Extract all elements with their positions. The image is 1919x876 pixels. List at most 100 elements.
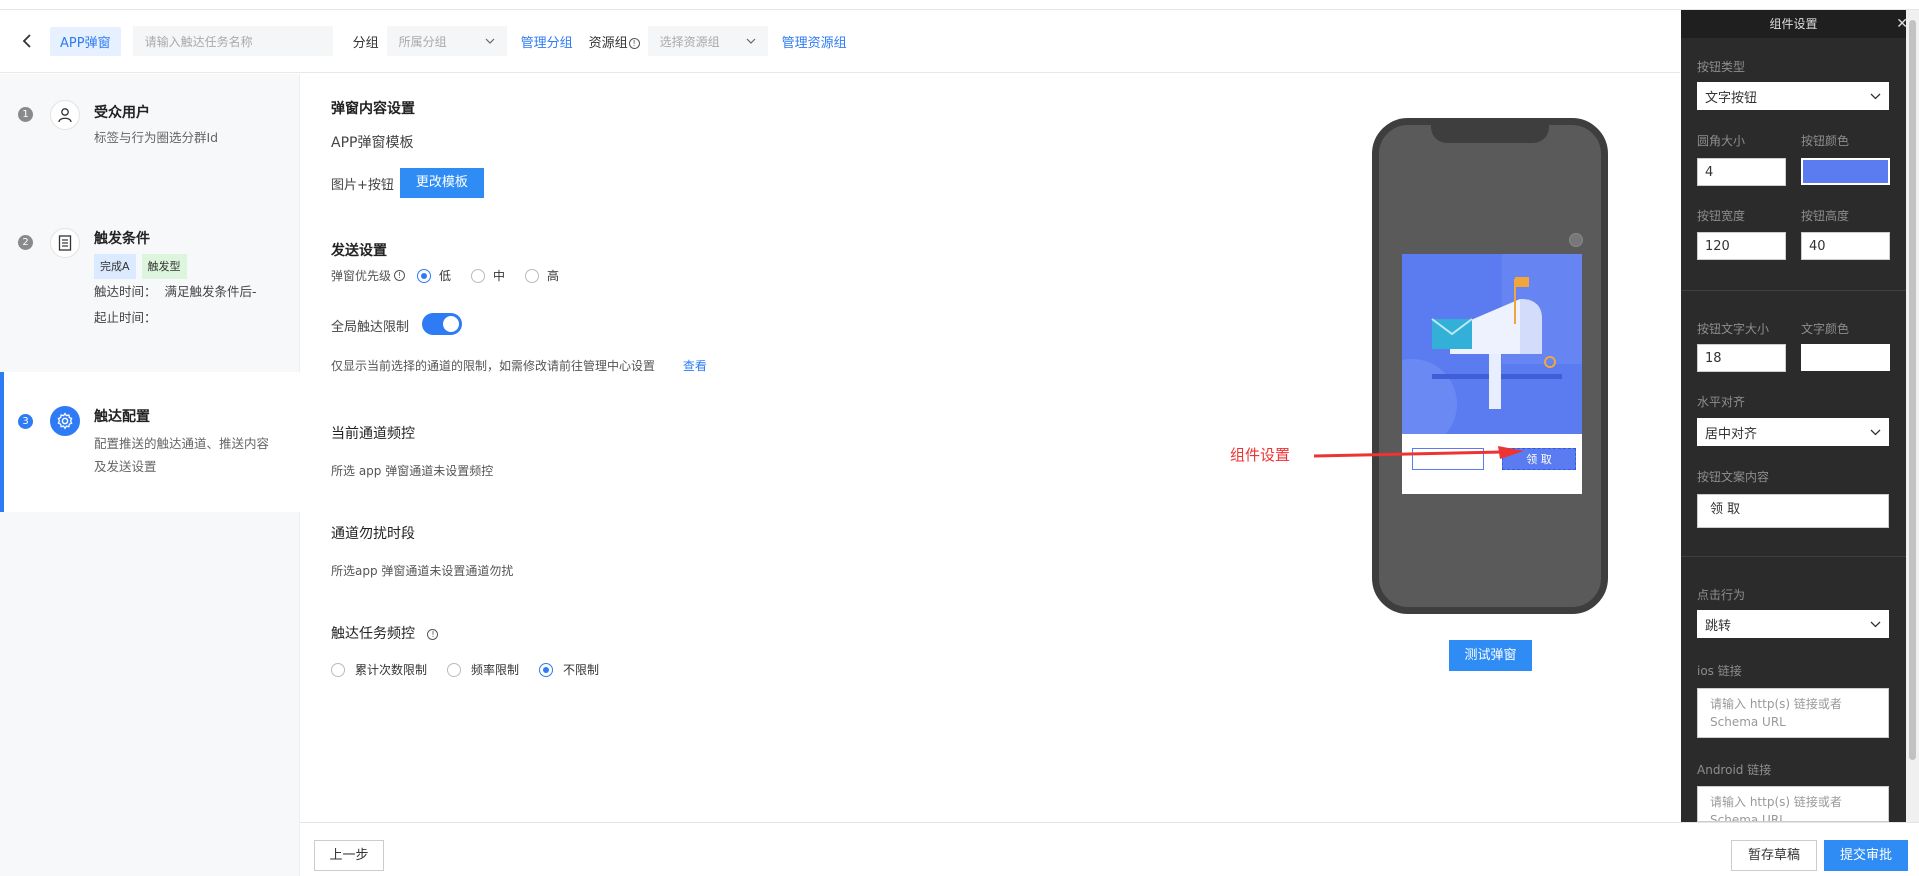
status-badge: 触发型 <box>141 254 187 279</box>
group-select-placeholder: 所属分组 <box>398 34 447 49</box>
resource-select[interactable]: 选择资源组 <box>647 26 768 56</box>
button-type-value: 文字按钮 <box>1705 90 1758 106</box>
button-color-swatch[interactable] <box>1801 158 1890 185</box>
align-select[interactable]: 居中对齐 <box>1697 418 1889 446</box>
divider <box>1681 556 1906 557</box>
radio[interactable] <box>331 662 345 677</box>
info-icon: ! <box>628 37 640 49</box>
view-link[interactable]: 查看 <box>683 359 707 373</box>
width-label: 按钮宽度 <box>1697 209 1746 223</box>
option-label: 不限制 <box>563 663 600 677</box>
prev-step-button[interactable]: 上一步 <box>314 840 384 871</box>
info-icon: ! <box>427 628 439 640</box>
content-section-title: 弹窗内容设置 <box>331 101 415 117</box>
priority-low[interactable]: 低 <box>417 267 451 284</box>
text-color-label: 文字颜色 <box>1801 322 1850 336</box>
step-desc-line2: 及发送设置 <box>94 459 157 474</box>
template-value: 图片+按钮 <box>331 177 394 193</box>
click-action-value: 跳转 <box>1705 618 1732 634</box>
ios-link-input[interactable]: 请输入 http(s) 链接或者 Schema URL <box>1697 688 1889 738</box>
red-arrow-icon <box>1313 446 1524 459</box>
text-content-input[interactable]: 领 取 <box>1697 494 1889 528</box>
dnd-desc: 所选app 弹窗通道未设置通道勿扰 <box>331 564 514 578</box>
back-icon[interactable] <box>18 32 36 50</box>
app-tag: APP弹窗 <box>50 26 121 56</box>
resource-select-placeholder: 选择资源组 <box>659 34 720 49</box>
radio[interactable] <box>447 662 462 677</box>
task-name-input[interactable]: 请输入触达任务名称 <box>132 26 333 56</box>
submit-approval-button[interactable]: 提交审批 <box>1824 840 1908 871</box>
limit-note-row: 仅显示当前选择的通道的限制，如需修改请前往管理中心设置 查看 <box>331 357 723 374</box>
step-number: 1 <box>18 107 33 122</box>
step-trigger[interactable]: 2 触发条件 完成A 触发型 触达时间： 满足触发条件后- 起止时间： <box>0 224 300 354</box>
step-config[interactable]: 3 触达配置 配置推送的触达通道、推送内容 及发送设置 <box>0 372 300 512</box>
option-label: 频率限制 <box>471 663 520 677</box>
step-desc: 标签与行为圈选分群Id <box>94 130 219 145</box>
button-type-label: 按钮类型 <box>1697 60 1746 74</box>
priority-high[interactable]: 高 <box>525 267 559 284</box>
user-icon <box>50 100 80 130</box>
top-bar <box>0 0 1919 10</box>
phone-notch <box>1431 123 1549 143</box>
step-audience[interactable]: 1 受众用户 标签与行为圈选分群Id <box>0 94 300 184</box>
send-section-title: 发送设置 <box>331 243 387 259</box>
step-number: 2 <box>18 235 33 250</box>
task-freq-none[interactable]: 不限制 <box>539 661 599 678</box>
freq-section-title: 当前通道频控 <box>331 426 415 442</box>
height-input[interactable]: 40 <box>1801 232 1890 260</box>
align-label: 水平对齐 <box>1697 395 1746 409</box>
step-title: 受众用户 <box>94 105 150 121</box>
task-freq-rate[interactable]: 频率限制 <box>447 661 519 678</box>
close-icon[interactable] <box>1569 233 1583 247</box>
mailbox-illustration <box>1402 254 1582 449</box>
color-label: 按钮颜色 <box>1801 134 1850 148</box>
step-badges: 完成A 触发型 <box>94 254 193 279</box>
button-type-select[interactable]: 文字按钮 <box>1697 82 1889 110</box>
step-title: 触达配置 <box>94 409 150 425</box>
annotation-label: 组件设置 <box>1230 446 1291 464</box>
global-limit-toggle[interactable] <box>422 313 462 335</box>
radius-input[interactable]: 4 <box>1697 158 1786 186</box>
radio[interactable] <box>471 268 486 283</box>
panel-title: 组件设置 ✕ <box>1681 10 1908 38</box>
template-label: APP弹窗模板 <box>331 135 414 151</box>
click-action-select[interactable]: 跳转 <box>1697 610 1889 638</box>
group-select[interactable]: 所属分组 <box>386 26 507 56</box>
save-draft-button[interactable]: 暂存草稿 <box>1731 840 1817 871</box>
radio[interactable] <box>525 268 540 283</box>
change-template-button[interactable]: 更改模板 <box>399 168 484 198</box>
header: APP弹窗 请输入触达任务名称 分组 所属分组 管理分组 资源组! 选择资源组 … <box>0 10 1680 73</box>
font-size-input[interactable]: 18 <box>1697 344 1786 372</box>
text-content-label: 按钮文案内容 <box>1697 470 1770 484</box>
width-input[interactable]: 120 <box>1697 232 1786 260</box>
scrollbar-thumb[interactable] <box>1909 20 1916 760</box>
text-color-swatch[interactable] <box>1801 344 1890 371</box>
manage-group-link[interactable]: 管理分组 <box>521 32 573 51</box>
task-freq-count[interactable]: 累计次数限制 <box>331 661 427 678</box>
radio-checked[interactable] <box>539 662 554 677</box>
info-icon: ! <box>394 270 406 281</box>
task-name-placeholder: 请输入触达任务名称 <box>144 34 253 49</box>
panel-title-text: 组件设置 <box>1769 17 1818 31</box>
limit-note: 仅显示当前选择的通道的限制，如需修改请前往管理中心设置 <box>331 359 656 373</box>
step-time: 触达时间： 满足触发条件后- <box>94 280 256 303</box>
time-label: 触达时间： <box>94 284 157 299</box>
android-link-input[interactable]: 请输入 http(s) 链接或者 Schema URL <box>1697 786 1889 822</box>
test-popup-button[interactable]: 测试弹窗 <box>1449 640 1532 671</box>
android-link-label: Android 链接 <box>1697 763 1772 777</box>
steps-sidebar: 1 受众用户 标签与行为圈选分群Id 2 触发条件 完成A 触发型 触达时间： 满… <box>0 74 300 876</box>
priority-group: 弹窗优先级 ! 低 中 高 <box>331 267 579 284</box>
freq-desc: 所选 app 弹窗通道未设置频控 <box>331 464 494 478</box>
radio-checked[interactable] <box>417 268 432 283</box>
option-label: 低 <box>439 269 452 283</box>
priority-medium[interactable]: 中 <box>471 267 505 284</box>
divider <box>1681 290 1906 291</box>
step-desc-line1: 配置推送的触达通道、推送内容 <box>94 436 270 451</box>
global-limit-label: 全局触达限制 <box>331 320 410 335</box>
manage-resource-link[interactable]: 管理资源组 <box>782 32 847 51</box>
footer-bar: 上一步 暂存草稿 提交审批 <box>300 822 1919 876</box>
resource-group-label-text: 资源组 <box>588 35 628 51</box>
step-number: 3 <box>18 414 33 429</box>
option-label: 中 <box>493 269 506 283</box>
component-settings-panel: 组件设置 ✕ 按钮类型 文字按钮 圆角大小 按钮颜色 4 按钮宽度 按钮高度 1… <box>1681 10 1908 822</box>
